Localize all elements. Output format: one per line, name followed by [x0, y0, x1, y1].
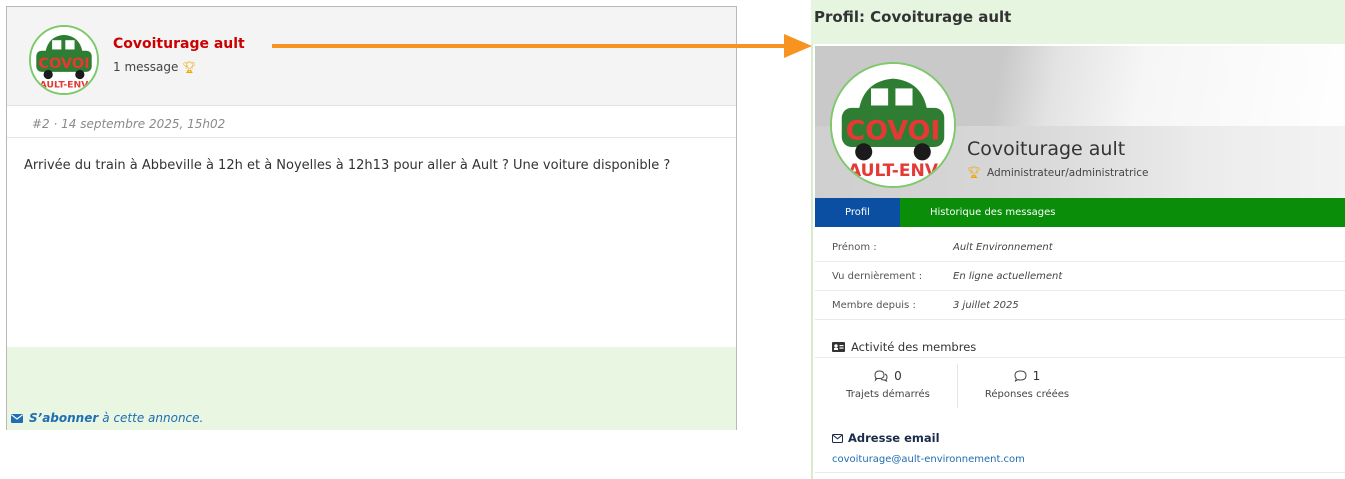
field-value: 3 juillet 2025 — [953, 300, 1019, 311]
stat-divider — [957, 364, 958, 408]
avatar-logo-text-top: COVOI — [38, 56, 89, 72]
author-meta: 1 message 🏆︎ — [113, 60, 196, 74]
trophy-icon: 🏆︎ — [182, 61, 197, 74]
author-name[interactable]: Covoiturage ault — [113, 36, 245, 52]
author-avatar[interactable]: COVOI AULT-ENV — [29, 25, 99, 95]
profile-avatar[interactable]: COVOI AULT-ENV — [830, 62, 956, 188]
avatar-logo-text-bottom: AULT-ENV — [848, 161, 939, 181]
stat-label: Réponses créées — [984, 389, 1070, 400]
trophy-icon: 🏆︎ — [967, 166, 981, 179]
activity-heading-text: Activité des membres — [851, 340, 977, 354]
field-label: Prénom : — [832, 242, 877, 253]
divider — [815, 357, 1345, 358]
envelope-icon — [11, 413, 23, 423]
stat-label: Trajets démarrés — [846, 389, 930, 400]
profile-cover: COVOI AULT-ENV Covoiturage ault 🏆︎ Admini… — [815, 46, 1345, 198]
divider — [7, 137, 736, 138]
id-card-icon — [832, 342, 845, 352]
stat-reponses[interactable]: 1 Réponses créées — [972, 369, 1082, 400]
profile-title-bar: Profil: Covoiturage ault — [811, 0, 1345, 44]
tab-profil[interactable]: Profil — [815, 198, 900, 227]
subscribe-text: à cette annonce. — [102, 411, 204, 425]
post-panel: COVOI AULT-ENV Covoiturage ault 1 messag… — [6, 6, 737, 430]
field-row-membre: Membre depuis : 3 juillet 2025 — [815, 291, 1345, 320]
subscribe-bold[interactable]: S’abonner — [29, 411, 98, 425]
car-logo-icon: COVOI AULT-ENV — [832, 64, 954, 186]
email-heading-text: Adresse email — [848, 431, 940, 445]
stat-value: 0 — [894, 369, 902, 383]
field-value: En ligne actuellement — [953, 271, 1063, 282]
tab-historique[interactable]: Historique des messages — [930, 198, 1056, 227]
avatar-logo-text-bottom: AULT-ENV — [40, 80, 90, 91]
post-body: Arrivée du train à Abbeville à 12h et à … — [24, 158, 671, 173]
avatar-logo-text-top: COVOI — [846, 116, 941, 147]
message-count: 1 message — [113, 60, 179, 74]
chat-bubbles-icon — [874, 370, 888, 382]
subscribe-link[interactable]: S’abonner à cette annonce. — [11, 411, 203, 425]
car-logo-icon: COVOI AULT-ENV — [31, 27, 97, 93]
stat-value: 1 — [1032, 369, 1041, 383]
field-label: Vu dernièrement : — [832, 271, 923, 282]
stat-trajets[interactable]: 0 Trajets démarrés — [833, 369, 943, 400]
chat-bubble-icon — [1014, 370, 1027, 382]
envelope-outline-icon — [832, 433, 843, 443]
profile-tabs: Profil Historique des messages — [815, 198, 1345, 227]
email-link[interactable]: covoiturage@ault-environnement.com — [832, 454, 1025, 465]
field-value: Ault Environnement — [953, 242, 1053, 253]
annotation-arrow — [272, 34, 812, 58]
field-row-prenom: Prénom : Ault Environnement — [815, 233, 1345, 262]
profile-name: Covoiturage ault — [967, 138, 1126, 160]
divider — [815, 472, 1345, 473]
post-date[interactable]: #2 · 14 septembre 2025, 15h02 — [32, 117, 225, 131]
activity-heading: Activité des membres — [832, 340, 976, 354]
role-text: Administrateur/administratrice — [986, 167, 1149, 179]
field-label: Membre depuis : — [832, 300, 916, 311]
profile-role: 🏆︎ Administrateur/administratrice — [967, 166, 1149, 179]
profile-title: Profil: Covoiturage ault — [814, 8, 1012, 26]
field-row-vu: Vu dernièrement : En ligne actuellement — [815, 262, 1345, 291]
profile-panel: COVOI AULT-ENV Covoiturage ault 🏆︎ Admini… — [811, 44, 1345, 479]
email-heading: Adresse email — [832, 431, 940, 445]
